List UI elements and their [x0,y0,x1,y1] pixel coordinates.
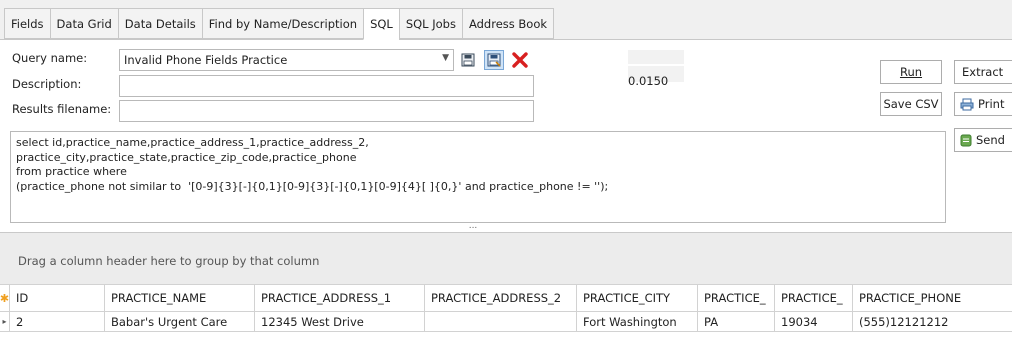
tab-find-by-name[interactable]: Find by Name/Description [201,8,364,39]
delete-query-button[interactable] [510,50,530,70]
table-cell[interactable]: Fort Washington [577,312,698,332]
new-row-star-icon: ✱ [0,284,10,312]
results-filename-label: Results filename: [12,102,112,116]
column-header-id[interactable]: ID [10,284,105,312]
tab-data-details[interactable]: Data Details [117,8,202,39]
print-button[interactable]: Print [954,92,1012,116]
tabs: Fields Data Grid Data Details Find by Na… [4,8,555,40]
tab-fields[interactable]: Fields [4,8,50,39]
query-name-combo[interactable]: Invalid Phone Fields Practice ▼ [119,49,454,71]
delete-x-icon [512,52,528,68]
extract-button[interactable]: Extract [954,60,1012,84]
printer-icon [960,98,974,110]
group-by-panel[interactable]: Drag a column header here to group by th… [0,232,1012,284]
send-button[interactable]: Send [954,128,1012,152]
status-strip [628,50,684,64]
floppy-icon [461,53,475,67]
chevron-down-icon[interactable]: ▼ [442,53,449,63]
table-cell[interactable]: (555)12121212 [853,312,1012,332]
save-csv-button[interactable]: Save CSV [880,92,942,116]
sql-line: select id,practice_name,practice_address… [16,136,369,149]
sql-line: (practice_phone not similar to '[0-9]{3}… [16,179,609,193]
column-header-practice-address-2[interactable]: PRACTICE_ADDRESS_2 [425,284,577,312]
tab-strip: Fields Data Grid Data Details Find by Na… [0,0,1012,40]
timing-value: 0.0150 [628,74,669,88]
column-header-practice-name[interactable]: PRACTICE_NAME [105,284,255,312]
row-indicator-icon: ▸ [0,312,10,332]
description-label: Description: [12,77,82,91]
save-as-query-button[interactable] [484,50,504,70]
sql-editor[interactable]: select id,practice_name,practice_address… [10,131,946,223]
column-header-practice-state[interactable]: PRACTICE_ [698,284,775,312]
sql-form: Query name: Invalid Phone Fields Practic… [0,40,1012,232]
group-by-hint: Drag a column header here to group by th… [18,254,320,268]
sql-line: from practice where [16,165,127,178]
table-cell[interactable] [425,312,577,332]
tab-sql[interactable]: SQL [363,8,399,40]
description-field[interactable] [119,75,534,97]
sql-line: practice_city,practice_state,practice_zi… [16,150,357,164]
send-label: Send [976,133,1005,147]
column-header-practice-phone[interactable]: PRACTICE_PHONE [853,284,1012,312]
query-name-label: Query name: [12,51,88,65]
table-cell[interactable]: 19034 [775,312,853,332]
table-cell[interactable]: 2 [10,312,105,332]
results-filename-field[interactable] [119,100,534,122]
table-cell[interactable]: PA [698,312,775,332]
grid-header: ✱ ID PRACTICE_NAME PRACTICE_ADDRESS_1 PR… [0,284,1012,312]
print-label: Print [978,97,1005,111]
extract-label: Extract [962,65,1004,79]
save-query-button[interactable] [458,50,478,70]
run-label: Run [899,65,923,79]
save-csv-label: Save CSV [883,97,939,111]
table-cell[interactable]: Babar's Urgent Care [105,312,255,332]
send-icon [960,134,972,146]
tab-address-book[interactable]: Address Book [461,8,555,39]
column-header-practice-address-1[interactable]: PRACTICE_ADDRESS_1 [255,284,425,312]
query-name-value: Invalid Phone Fields Practice [124,53,288,67]
results-grid: ✱ ID PRACTICE_NAME PRACTICE_ADDRESS_1 PR… [0,284,1012,338]
run-button[interactable]: Run [880,60,942,84]
tab-data-grid[interactable]: Data Grid [49,8,118,39]
column-header-practice-zip[interactable]: PRACTICE_ [775,284,853,312]
table-row[interactable]: ▸ 2 Babar's Urgent Care 12345 West Drive… [0,312,1012,332]
tab-sql-jobs[interactable]: SQL Jobs [398,8,462,39]
table-cell[interactable]: 12345 West Drive [255,312,425,332]
save-as-icon [487,53,501,67]
column-header-practice-city[interactable]: PRACTICE_CITY [577,284,698,312]
